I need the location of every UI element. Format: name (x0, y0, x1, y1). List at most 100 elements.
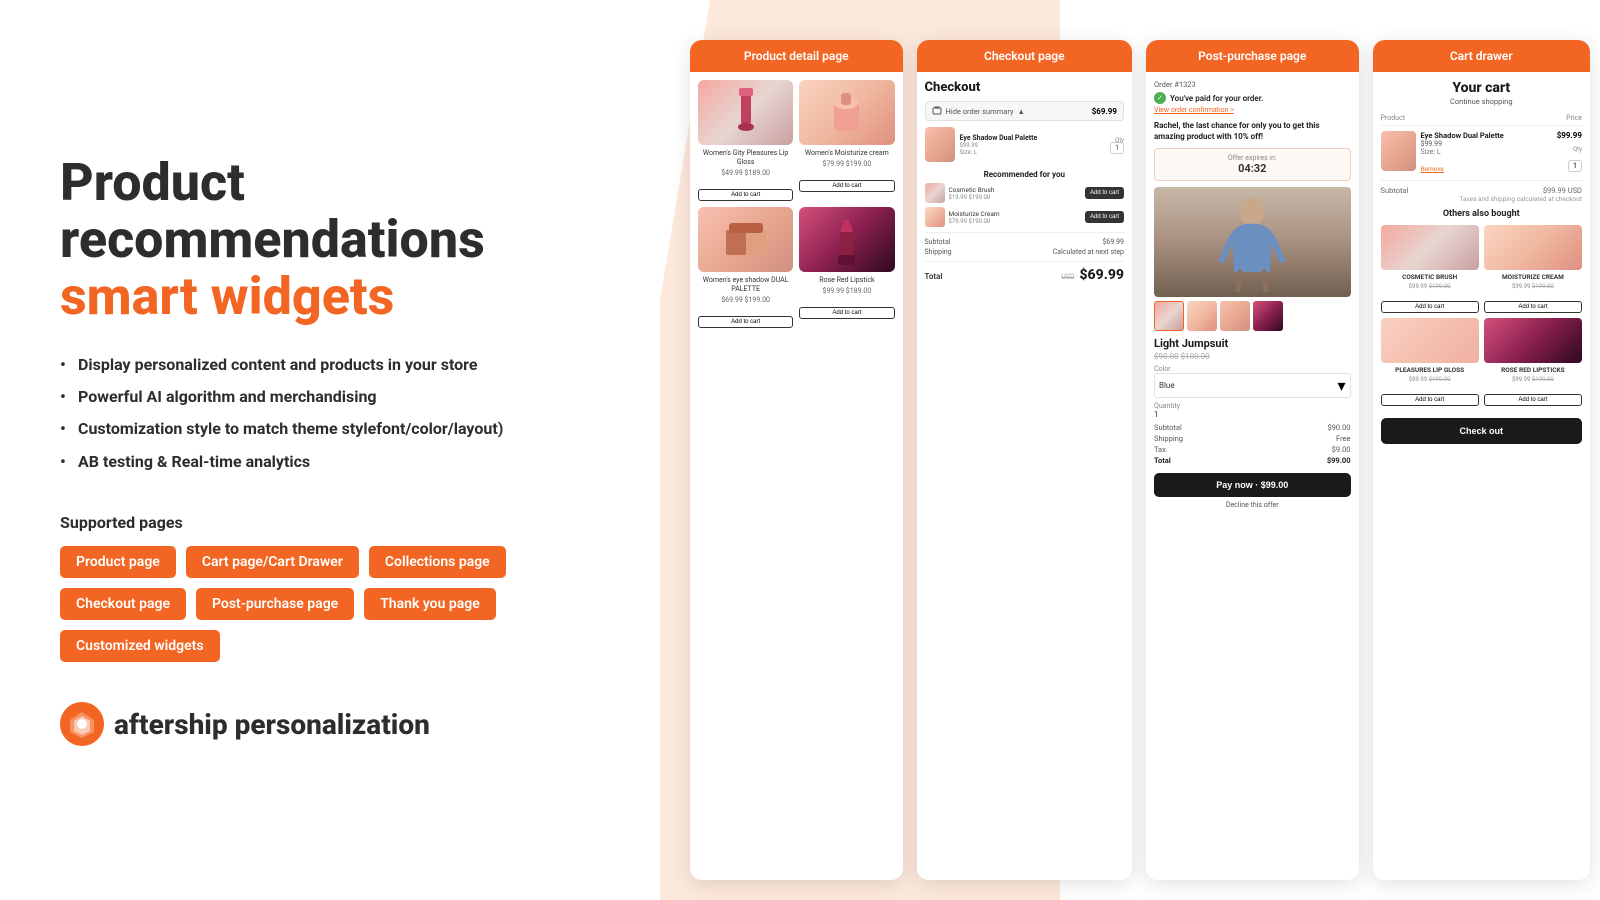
logo-text: aftership personalization (114, 708, 430, 741)
logo-section: aftership personalization (60, 702, 600, 746)
pay-now-button[interactable]: Pay now · $99.00 (1154, 473, 1351, 497)
cart-drawer-header: Cart drawer (1373, 40, 1590, 72)
offer-label: Offer expires in: (1163, 154, 1342, 162)
total-row: Total USD $69.99 (925, 267, 1124, 283)
divider-3 (1381, 180, 1582, 181)
rec-add-btn-1[interactable]: Add to cart (1085, 187, 1124, 199)
also-bought-grid: COSMETIC BRUSH $99.99 $199.00 Add to car… (1381, 225, 1582, 406)
subtotal-sub-row: Subtotal $90.00 (1154, 423, 1351, 432)
thumb-4[interactable] (1253, 301, 1283, 331)
cart-drawer-body: Your cart Continue shopping Product Pric… (1373, 72, 1590, 880)
divider-2 (925, 261, 1124, 262)
rec-item-image-2 (925, 207, 945, 227)
shipping-sub-row: Shipping Free (1154, 434, 1351, 443)
product-name-3: Women's eye shadow DUAL PALETTE (698, 276, 793, 294)
remove-link[interactable]: Remove (1421, 165, 1444, 173)
add-to-cart-btn-1[interactable]: Add to cart (698, 189, 793, 201)
checkout-item: Eye Shadow Dual Palette $99.99 Size: L Q… (925, 127, 1124, 162)
view-order-link[interactable]: View order confirmation > (1154, 106, 1351, 114)
also-add-btn-4[interactable]: Add to cart (1484, 394, 1582, 406)
post-purchase-screen: Post-purchase page Order #1323 ✓ You've … (1146, 40, 1359, 880)
tag-collections[interactable]: Collections page (369, 546, 506, 578)
checkout-button[interactable]: Check out (1381, 418, 1582, 444)
qty-field: Quantity 1 (1154, 402, 1351, 419)
product-grid: Women's Gity Pleasures Lip Gloss $49.99 … (690, 72, 903, 336)
also-add-btn-1[interactable]: Add to cart (1381, 301, 1479, 313)
color-dropdown[interactable]: Blue ▾ (1154, 373, 1351, 398)
recommended-label: Recommended for you (925, 170, 1124, 179)
also-image-4 (1484, 318, 1582, 363)
product-image-2 (799, 80, 894, 145)
product-main-image (1154, 187, 1351, 297)
also-bought-item-4: ROSE RED LIPSTICKS $99.99 $190.00 Add to… (1484, 318, 1582, 406)
offer-timer: 04:32 (1163, 162, 1342, 175)
cart-item-details: Eye Shadow Dual Palette $99.99 Size: L R… (1421, 131, 1552, 175)
continue-shopping[interactable]: Continue shopping (1381, 97, 1582, 106)
rec-add-btn-2[interactable]: Add to cart (1085, 211, 1124, 223)
shipping-row: Shipping Calculated at next step (925, 248, 1124, 256)
tag-cart-page[interactable]: Cart page/Cart Drawer (186, 546, 359, 578)
feature-item: AB testing & Real-time analytics (60, 451, 600, 473)
add-to-cart-btn-2[interactable]: Add to cart (799, 180, 894, 192)
eyeshadow-icon (721, 220, 771, 260)
cream-icon (824, 88, 869, 138)
also-bought-title: Others also bought (1381, 209, 1582, 219)
cart-icon (932, 106, 942, 116)
subtotal-row: Subtotal $69.99 (925, 238, 1124, 246)
model-silhouette (1212, 192, 1292, 292)
cart-subtotal: Subtotal $99.99 USD (1381, 186, 1582, 195)
checkout-screen: Checkout page Checkout Hide order summar… (917, 40, 1132, 880)
product-card-1: Women's Gity Pleasures Lip Gloss $49.99 … (698, 80, 793, 201)
thumb-2[interactable] (1187, 301, 1217, 331)
tag-post-purchase[interactable]: Post-purchase page (196, 588, 354, 620)
tag-thank-you[interactable]: Thank you page (364, 588, 496, 620)
thumb-3[interactable] (1220, 301, 1250, 331)
features-list: Display personalized content and product… (60, 354, 600, 484)
order-number: Order #1323 (1154, 80, 1351, 89)
checkout-item-image (925, 127, 955, 162)
supported-pages-label: Supported pages (60, 513, 600, 532)
hero-title: Product recommendations smart widgets (60, 154, 600, 326)
also-add-btn-3[interactable]: Add to cart (1381, 394, 1479, 406)
add-to-cart-btn-3[interactable]: Add to cart (698, 316, 793, 328)
cart-tax-note: Taxes and shipping calculated at checkou… (1381, 195, 1582, 203)
tag-customized[interactable]: Customized widgets (60, 630, 220, 662)
feature-item: Powerful AI algorithm and merchandising (60, 386, 600, 408)
order-summary-left: Hide order summary ▲ (932, 106, 1025, 116)
product-image-1 (698, 80, 793, 145)
cart-item-image (1381, 131, 1416, 171)
checkout-item-qty: Qty 1 (1110, 137, 1124, 152)
rec-item-info-2: Moisturize Cream $79.99 $190.00 (945, 210, 1085, 225)
total-sub-row: Total $99.00 (1154, 456, 1351, 465)
checkout-body: Checkout Hide order summary ▲ $69.99 (917, 72, 1132, 880)
left-section: Product recommendations smart widgets Di… (0, 0, 660, 900)
rec-item-image-1 (925, 183, 945, 203)
paid-row: ✓ You've paid for your order. (1154, 92, 1351, 104)
product-card-4: Rose Red Lipstick $99.99 $189.00 Add to … (799, 207, 894, 328)
thumb-1[interactable] (1154, 301, 1184, 331)
lipstick-icon (824, 212, 869, 267)
product-price-4: $99.99 $189.00 (799, 287, 894, 295)
also-image-2 (1484, 225, 1582, 270)
product-main-price: $90.00 $100.00 (1154, 352, 1351, 361)
checkout-item-info: Eye Shadow Dual Palette $99.99 Size: L (960, 134, 1106, 156)
cart-item-right: $99.99 Qty 1 (1557, 131, 1582, 175)
checkout-header: Checkout page (917, 40, 1132, 72)
product-price-2: $79.99 $199.00 (799, 160, 894, 168)
tag-checkout[interactable]: Checkout page (60, 588, 186, 620)
product-detail-screen: Product detail page Women's Gity Pleasur… (690, 40, 903, 880)
also-add-btn-2[interactable]: Add to cart (1484, 301, 1582, 313)
offer-box: Offer expires in: 04:32 (1154, 148, 1351, 181)
decline-link[interactable]: Decline this offer (1154, 501, 1351, 509)
tags-container: Product page Cart page/Cart Drawer Colle… (60, 546, 600, 662)
tax-sub-row: Tax $9.00 (1154, 445, 1351, 454)
product-detail-header: Product detail page (690, 40, 903, 72)
tag-product-page[interactable]: Product page (60, 546, 176, 578)
last-chance-text: Rachel, the last chance for only you to … (1154, 120, 1351, 142)
feature-item: Display personalized content and product… (60, 354, 600, 376)
total-price-area: USD $69.99 (1061, 267, 1124, 283)
add-to-cart-btn-4[interactable]: Add to cart (799, 307, 894, 319)
also-bought-item-2: MOISTURIZE CREAM $99.99 $199.00 Add to c… (1484, 225, 1582, 313)
check-circle-icon: ✓ (1154, 92, 1166, 104)
product-price-3: $69.99 $199.00 (698, 296, 793, 304)
